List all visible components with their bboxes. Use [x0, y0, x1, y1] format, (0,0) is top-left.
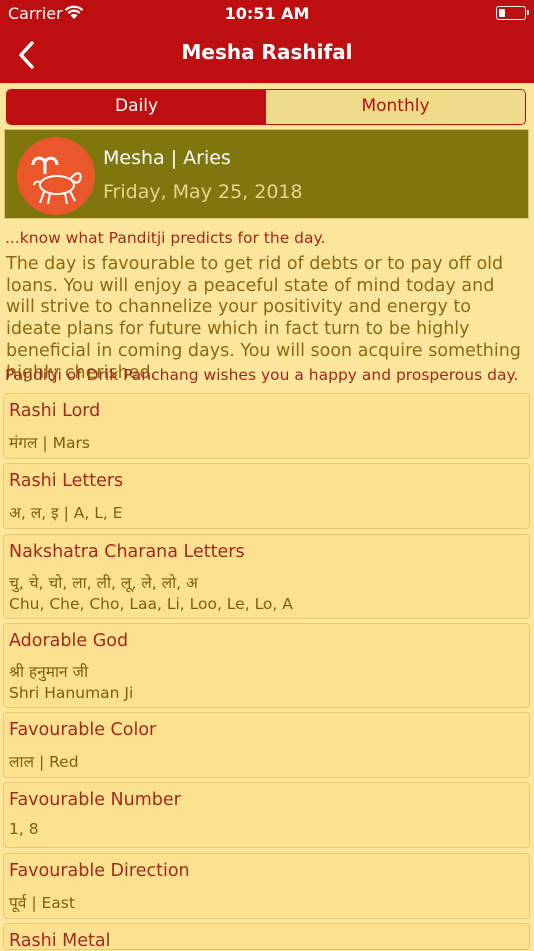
nav-bar: Mesha Rashifal [0, 28, 534, 83]
card-favourable-color: Favourable Color लाल | Red [3, 712, 530, 778]
card-value: लाल | Red [9, 753, 79, 771]
card-title: Rashi Metal [9, 931, 111, 951]
card-value: अ, ल, इ | A, L, E [9, 504, 123, 522]
intro-text: ...know what Panditji predicts for the d… [5, 229, 326, 247]
card-value: पूर्व | East [9, 894, 75, 912]
card-value: 1, 8 [9, 820, 39, 838]
card-rashi-metal: Rashi Metal [3, 923, 530, 951]
card-title: Nakshatra Charana Letters [9, 542, 245, 562]
app-header: Carrier 10:51 AM Mesha Rashifal [0, 0, 534, 83]
card-title: Favourable Color [9, 720, 157, 740]
card-adorable-god: Adorable God श्री हनुमान जी Shri Hanuman… [3, 623, 530, 708]
prediction-date: Friday, May 25, 2018 [103, 181, 303, 203]
card-rashi-lord: Rashi Lord मंगल | Mars [3, 393, 530, 459]
status-bar: Carrier 10:51 AM [0, 0, 534, 28]
card-favourable-direction: Favourable Direction पूर्व | East [3, 853, 530, 919]
card-title: Favourable Number [9, 790, 181, 810]
clock: 10:51 AM [224, 4, 310, 23]
card-title: Rashi Lord [9, 401, 101, 421]
battery-icon [496, 6, 529, 20]
period-segmented-control: Daily Monthly [6, 89, 526, 125]
card-favourable-number: Favourable Number 1, 8 [3, 782, 530, 848]
card-value-hindi: चु, चे, चो, ला, ली, लू, ले, लो, अ [9, 574, 198, 592]
card-rashi-letters: Rashi Letters अ, ल, इ | A, L, E [3, 463, 530, 529]
card-value-english: Chu, Che, Cho, Laa, Li, Loo, Le, Lo, A [9, 595, 293, 613]
rashi-name: Mesha | Aries [103, 147, 231, 169]
page-title: Mesha Rashifal [181, 40, 353, 64]
tab-monthly[interactable]: Monthly [266, 90, 525, 124]
tab-daily[interactable]: Daily [7, 90, 266, 124]
prediction-text: The day is favourable to get rid of debt… [6, 254, 521, 383]
wish-text: Panditji of Drik Panchang wishes you a h… [5, 366, 519, 384]
card-title: Adorable God [9, 631, 129, 651]
card-value: मंगल | Mars [9, 434, 90, 452]
card-value-english: Shri Hanuman Ji [9, 684, 134, 702]
aries-ram-icon [17, 137, 95, 215]
rashi-banner: Mesha | Aries Friday, May 25, 2018 [4, 129, 529, 219]
card-nakshatra-charana-letters: Nakshatra Charana Letters चु, चे, चो, ला… [3, 534, 530, 619]
card-title: Favourable Direction [9, 861, 190, 881]
card-value-hindi: श्री हनुमान जी [9, 663, 89, 681]
card-title: Rashi Letters [9, 471, 124, 491]
